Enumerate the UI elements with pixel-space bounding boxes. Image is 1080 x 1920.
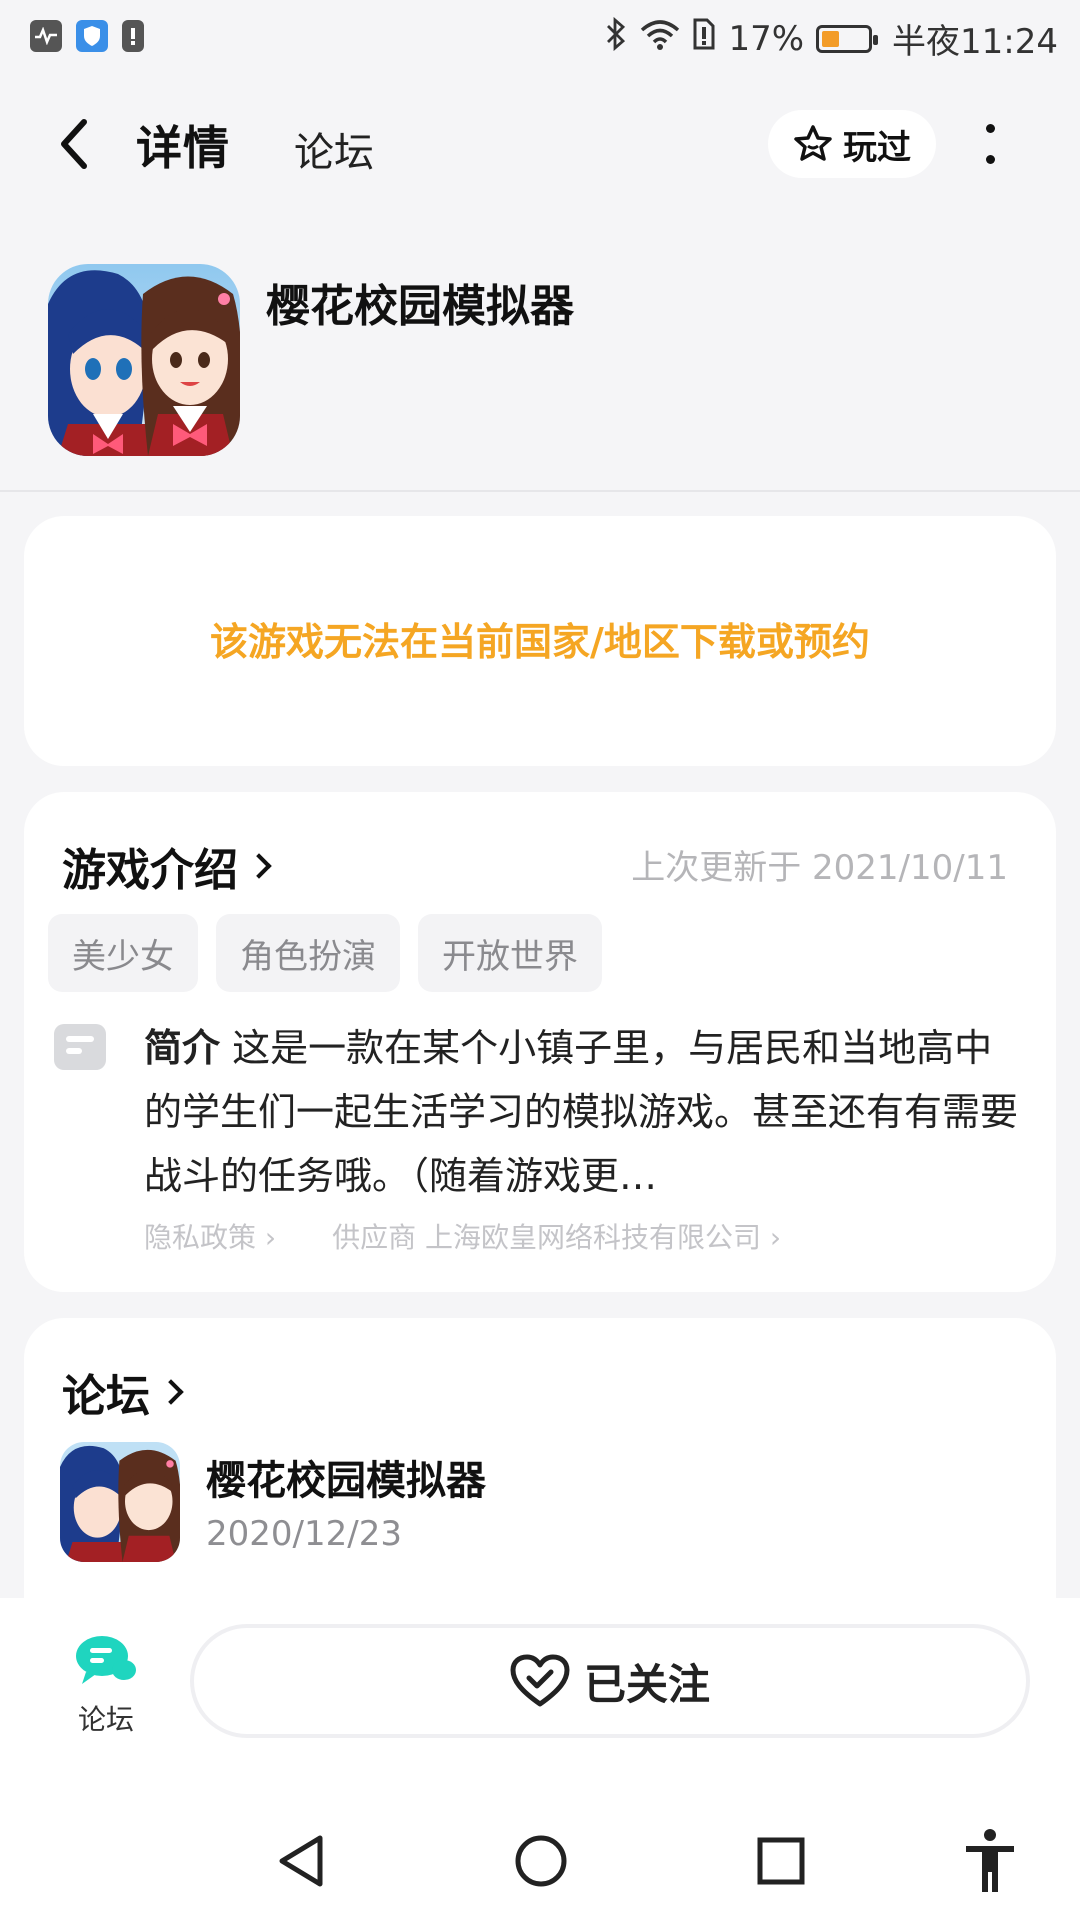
game-intro-header[interactable]: 游戏介绍: [62, 834, 272, 898]
system-nav-bar: [0, 1802, 1080, 1920]
forum-date: 2020/12/23: [206, 1514, 402, 1554]
battery-percent: 17%: [728, 18, 805, 59]
tag-list: 美少女 角色扮演 开放世界: [48, 914, 602, 992]
shield-icon: [76, 20, 108, 52]
summary-label: 简介: [144, 1026, 221, 1070]
privacy-policy-link[interactable]: 隐私政策 ›: [144, 1216, 276, 1256]
supplier-link[interactable]: 供应商 上海欧皇网络科技有限公司 ›: [332, 1216, 781, 1256]
alert-icon: [122, 20, 144, 52]
status-bar: 17% 半夜11:24: [0, 0, 1080, 76]
forum-avatar[interactable]: [60, 1442, 180, 1562]
chat-bubble-icon: [76, 1636, 136, 1684]
forum-header[interactable]: 论坛: [62, 1360, 184, 1424]
forum-shortcut[interactable]: 论坛: [66, 1632, 146, 1738]
nav-back-icon[interactable]: [276, 1834, 326, 1888]
tag-item[interactable]: 角色扮演: [216, 914, 400, 992]
forum-card: 论坛 樱花校园模拟器 2020/12/23: [24, 1318, 1056, 1638]
forum-name[interactable]: 樱花校园模拟器: [206, 1448, 486, 1506]
played-label: 玩过: [843, 127, 911, 168]
back-button[interactable]: [56, 118, 100, 170]
chevron-right-icon: [246, 853, 272, 879]
heart-check-icon: [510, 1654, 570, 1707]
summary-body: 这是一款在某个小镇子里，与居民和当地高中的学生们一起生活学习的模拟游戏。甚至还有…: [144, 1026, 1019, 1198]
availability-card: 该游戏无法在当前国家/地区下载或预约: [24, 516, 1056, 766]
tag-item[interactable]: 开放世界: [418, 914, 602, 992]
bluetooth-icon: [604, 16, 628, 60]
activity-monitor-icon: [30, 20, 62, 52]
wifi-icon: [640, 18, 680, 59]
follow-label: 已关注: [583, 1659, 710, 1709]
availability-notice: 该游戏无法在当前国家/地区下载或预约: [210, 620, 870, 664]
legal-links: 隐私政策 › 供应商 上海欧皇网络科技有限公司 ›: [144, 1216, 781, 1256]
battery-icon: [816, 24, 879, 53]
app-title: 樱花校园模拟器: [266, 281, 574, 332]
game-intro-card: 游戏介绍 上次更新于 2021/10/11 美少女 角色扮演 开放世界 简介 这…: [24, 792, 1056, 1292]
tag-item[interactable]: 美少女: [48, 914, 198, 992]
sim-alert-icon: [692, 17, 716, 60]
game-intro-title: 游戏介绍: [62, 845, 238, 896]
last-updated: 上次更新于 2021/10/11: [631, 848, 1008, 888]
nav-recents-icon[interactable]: [756, 1836, 806, 1886]
forum-shortcut-label: 论坛: [77, 1703, 134, 1736]
accessibility-icon[interactable]: [962, 1828, 1018, 1894]
tab-forum[interactable]: 论坛: [294, 120, 374, 178]
forum-title: 论坛: [62, 1371, 150, 1422]
nav-home-icon[interactable]: [514, 1834, 568, 1888]
star-icon: [794, 125, 832, 161]
summary-icon: [54, 1024, 106, 1070]
summary-text[interactable]: 简介 这是一款在某个小镇子里，与居民和当地高中的学生们一起生活学习的模拟游戏。甚…: [144, 1016, 1024, 1208]
more-options-button[interactable]: [982, 124, 998, 164]
chevron-right-icon: [158, 1379, 184, 1405]
app-icon: [48, 264, 240, 456]
follow-button[interactable]: 已关注: [190, 1624, 1030, 1738]
tab-details[interactable]: 详情: [132, 112, 236, 182]
divider: [0, 490, 1080, 492]
played-button[interactable]: 玩过: [768, 110, 936, 178]
clock: 半夜11:24: [892, 22, 1058, 62]
